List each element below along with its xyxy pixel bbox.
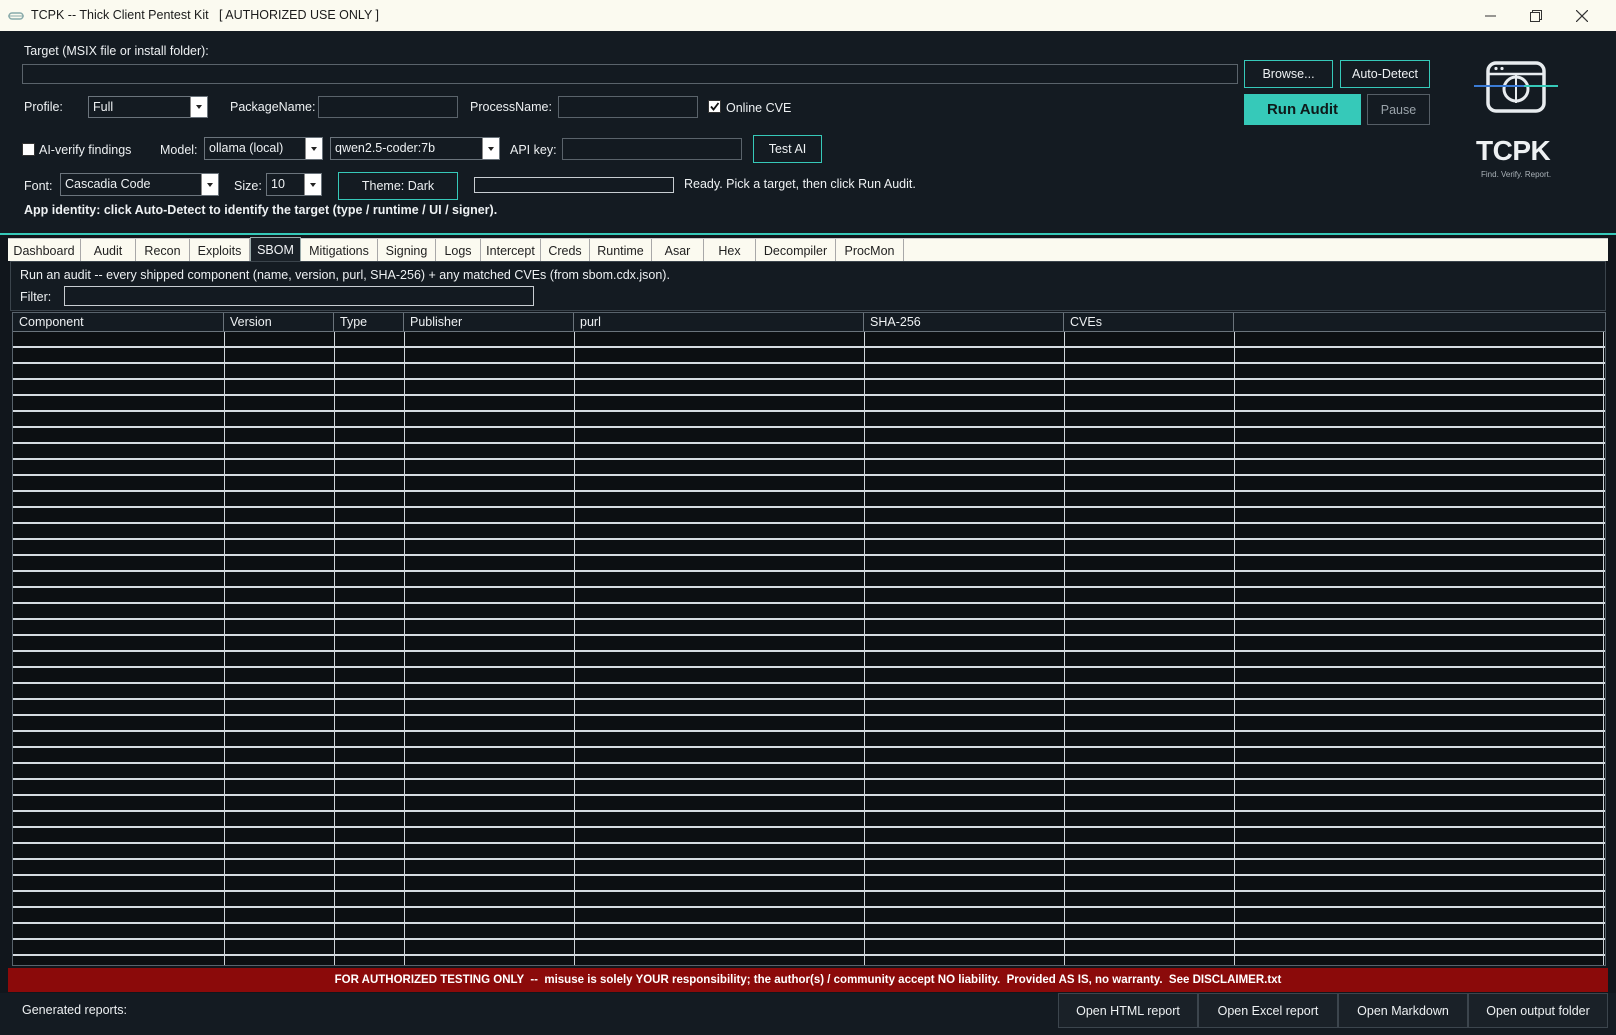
target-input[interactable] [22, 64, 1238, 84]
chevron-down-icon [190, 97, 207, 117]
pause-button[interactable]: Pause [1367, 94, 1430, 125]
api-key-label: API key: [510, 143, 557, 157]
browse-button[interactable]: Browse... [1244, 60, 1333, 88]
tab-decompiler[interactable]: Decompiler [756, 239, 836, 262]
theme-toggle-button[interactable]: Theme: Dark [338, 172, 458, 200]
open-html-report-button[interactable]: Open HTML report [1058, 993, 1198, 1028]
tab-audit[interactable]: Audit [81, 239, 136, 262]
open-excel-report-button[interactable]: Open Excel report [1198, 993, 1338, 1028]
restore-icon [1530, 9, 1542, 22]
column-header-cves[interactable]: CVEs [1064, 313, 1234, 332]
column-header-purl[interactable]: purl [574, 313, 864, 332]
column-divider [224, 332, 225, 965]
api-key-input[interactable] [562, 138, 742, 160]
font-size-select[interactable]: 10 [266, 173, 322, 196]
tab-runtime[interactable]: Runtime [590, 239, 652, 262]
font-size-value: 10 [271, 177, 285, 191]
logo-title: TCPK [1476, 135, 1551, 166]
model-provider-value: ollama (local) [209, 141, 284, 155]
restore-button[interactable] [1513, 0, 1559, 31]
crosshair-window-icon [1474, 61, 1558, 113]
tab-asar[interactable]: Asar [652, 239, 704, 262]
test-ai-button[interactable]: Test AI [753, 135, 822, 163]
checkmark-icon [710, 102, 720, 111]
sbom-description: Run an audit -- every shipped component … [20, 268, 670, 282]
package-name-label: PackageName: [230, 100, 316, 114]
column-divider [1064, 332, 1065, 965]
open-output-folder-button[interactable]: Open output folder [1468, 993, 1608, 1028]
minimize-button[interactable] [1467, 0, 1513, 31]
ai-verify-label: AI-verify findings [39, 143, 132, 157]
chevron-down-icon [201, 174, 218, 195]
column-divider [404, 332, 405, 965]
tab-dashboard[interactable]: Dashboard [8, 239, 81, 262]
profile-value: Full [93, 100, 114, 114]
font-value: Cascadia Code [65, 177, 151, 191]
minimize-icon [1484, 15, 1496, 17]
column-divider [1603, 332, 1604, 965]
filter-label: Filter: [20, 290, 52, 304]
app-identity-text: App identity: click Auto-Detect to ident… [24, 203, 498, 217]
model-name-select[interactable]: qwen2.5-coder:7b [330, 137, 500, 160]
column-divider [574, 332, 575, 965]
online-cve-checkbox[interactable] [708, 100, 721, 113]
profile-label: Profile: [24, 100, 63, 114]
auto-detect-button[interactable]: Auto-Detect [1340, 60, 1430, 88]
app-icon [8, 12, 24, 20]
font-label: Font: [24, 179, 53, 193]
package-name-input[interactable] [318, 96, 458, 118]
column-divider [1234, 332, 1235, 965]
table-rows [13, 332, 1605, 965]
model-label: Model: [160, 143, 198, 157]
tab-logs[interactable]: Logs [436, 239, 481, 262]
table-header: Component Version Type Publisher purl SH… [13, 313, 1605, 332]
column-header-sha256[interactable]: SHA-256 [864, 313, 1064, 332]
tab-creds[interactable]: Creds [541, 239, 590, 262]
logo-tagline: Find. Verify. Report. [1481, 170, 1552, 179]
column-header-type[interactable]: Type [334, 313, 404, 332]
progress-bar [474, 177, 674, 193]
run-audit-button[interactable]: Run Audit [1244, 94, 1361, 125]
open-markdown-button[interactable]: Open Markdown [1338, 993, 1468, 1028]
chevron-down-icon [482, 138, 499, 159]
status-text: Ready. Pick a target, then click Run Aud… [684, 177, 916, 191]
font-select[interactable]: Cascadia Code [60, 173, 219, 196]
tab-strip: Dashboard Audit Recon Exploits SBOM Miti… [8, 237, 1608, 262]
chevron-down-icon [305, 138, 322, 159]
chevron-down-icon [304, 174, 321, 195]
close-window-button[interactable] [1559, 0, 1605, 31]
ai-verify-checkbox[interactable] [22, 143, 35, 156]
sbom-table: Component Version Type Publisher purl SH… [12, 312, 1606, 966]
close-icon [1576, 9, 1588, 22]
process-name-input[interactable] [558, 96, 698, 118]
generated-reports-label: Generated reports: [22, 1003, 127, 1017]
tab-hex[interactable]: Hex [704, 239, 756, 262]
tab-sbom[interactable]: SBOM [250, 237, 301, 262]
online-cve-label: Online CVE [726, 101, 792, 115]
column-header-publisher[interactable]: Publisher [404, 313, 574, 332]
column-divider [334, 332, 335, 965]
tab-procmon[interactable]: ProcMon [836, 239, 904, 262]
process-name-label: ProcessName: [470, 100, 552, 114]
column-header-component[interactable]: Component [13, 313, 224, 332]
controls-panel: Target (MSIX file or install folder): Br… [0, 31, 1616, 235]
tab-mitigations[interactable]: Mitigations [301, 239, 378, 262]
window-titlebar: TCPK -- Thick Client Pentest Kit [ AUTHO… [0, 0, 1616, 31]
column-header-version[interactable]: Version [224, 313, 334, 332]
size-label: Size: [234, 179, 262, 193]
model-name-value: qwen2.5-coder:7b [335, 141, 436, 155]
disclaimer-banner: FOR AUTHORIZED TESTING ONLY -- misuse is… [8, 968, 1608, 992]
tab-recon[interactable]: Recon [136, 239, 190, 262]
window-title: TCPK -- Thick Client Pentest Kit [ AUTHO… [31, 8, 380, 22]
model-provider-select[interactable]: ollama (local) [204, 137, 323, 160]
column-divider [864, 332, 865, 965]
tab-exploits[interactable]: Exploits [190, 239, 250, 262]
tab-intercept[interactable]: Intercept [481, 239, 541, 262]
profile-select[interactable]: Full [88, 96, 208, 118]
footer-bar: Generated reports: Open HTML report Open… [0, 993, 1616, 1035]
sbom-panel: Run an audit -- every shipped component … [10, 261, 1606, 311]
tab-signing[interactable]: Signing [378, 239, 436, 262]
target-label: Target (MSIX file or install folder): [24, 44, 209, 58]
filter-input[interactable] [64, 286, 534, 306]
